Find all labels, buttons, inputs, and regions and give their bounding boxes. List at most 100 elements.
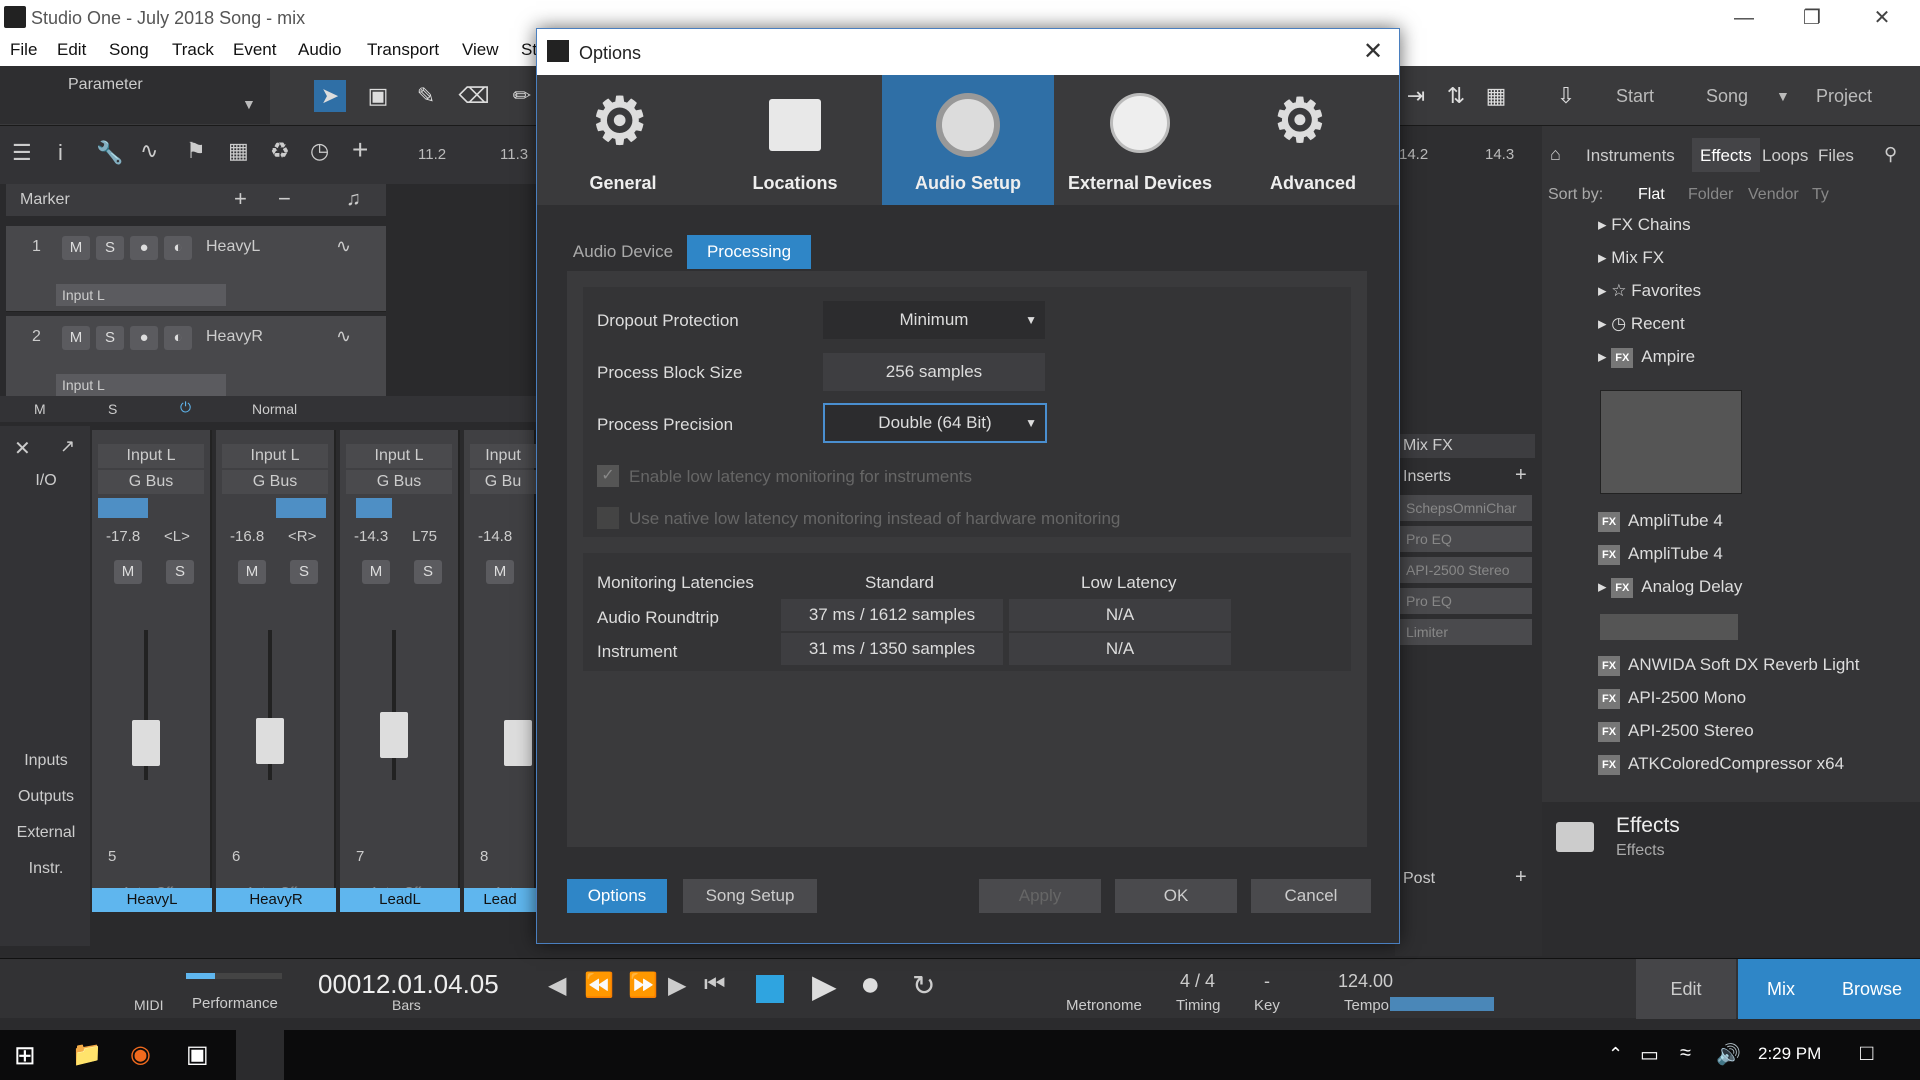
- arrow-tool-icon[interactable]: ➤: [314, 80, 346, 112]
- tab-loops[interactable]: Loops: [1762, 146, 1808, 166]
- monitor-icon[interactable]: ◐: [164, 236, 192, 260]
- track-name[interactable]: HeavyR: [206, 328, 263, 346]
- insert-slot[interactable]: API-2500 Stereo: [1400, 557, 1532, 583]
- fader-knob[interactable]: [504, 720, 532, 766]
- footer-m[interactable]: M: [34, 401, 46, 417]
- pan-bar[interactable]: [276, 498, 326, 518]
- sort-flat[interactable]: Flat: [1638, 186, 1665, 204]
- menu-icon[interactable]: ☰: [12, 140, 32, 166]
- dropout-protection-select[interactable]: Minimum ▼: [823, 301, 1045, 339]
- home-icon[interactable]: ⌂: [1550, 144, 1561, 165]
- strip-name[interactable]: HeavyL: [92, 888, 212, 912]
- metronome-label[interactable]: Metronome: [1066, 997, 1142, 1014]
- browser-item[interactable]: FX AmpliTube 4: [1598, 506, 1723, 536]
- track-name[interactable]: HeavyL: [206, 238, 260, 256]
- insert-slot[interactable]: Limiter: [1400, 619, 1532, 645]
- rewind-start-icon[interactable]: ◀: [548, 971, 566, 1000]
- mute-button[interactable]: M: [238, 560, 266, 584]
- apply-button[interactable]: Apply: [979, 879, 1101, 913]
- browser-folder-favorites[interactable]: ▸ ☆ Favorites: [1598, 276, 1701, 306]
- browser-folder-mix-fx[interactable]: ▸ Mix FX: [1598, 243, 1664, 273]
- info-icon[interactable]: i: [58, 140, 63, 166]
- tab-advanced[interactable]: ⚙ Advanced: [1227, 75, 1399, 205]
- menu-track[interactable]: Track: [172, 40, 214, 60]
- windows-start-icon[interactable]: ⊞: [14, 1040, 36, 1071]
- song-button[interactable]: Song: [1706, 78, 1748, 114]
- solo-button[interactable]: S: [96, 236, 124, 260]
- tray-chevron-icon[interactable]: ⌃: [1608, 1044, 1623, 1065]
- mute-button[interactable]: M: [486, 560, 514, 584]
- close-dialog-icon[interactable]: ✕: [1363, 37, 1383, 66]
- pencil-tool-icon[interactable]: ✎: [410, 80, 442, 112]
- eraser-tool-icon[interactable]: ⌫: [458, 80, 490, 112]
- play-icon[interactable]: ▶: [812, 967, 837, 1005]
- split-icon[interactable]: ⇅: [1440, 80, 1472, 112]
- paint-tool-icon[interactable]: ✏: [506, 80, 538, 112]
- battery-icon[interactable]: ▭: [1640, 1042, 1659, 1067]
- track-row[interactable]: 2 M S ● ◐ HeavyR ∿ Input L: [6, 316, 386, 402]
- file-explorer-icon[interactable]: 📁: [72, 1040, 102, 1069]
- browser-folder-fx-chains[interactable]: ▸ FX Chains: [1598, 210, 1691, 240]
- rewind-icon[interactable]: ⏪: [584, 971, 614, 1000]
- clock-icon[interactable]: ◷: [310, 138, 329, 164]
- strip-name[interactable]: LeadL: [340, 888, 460, 912]
- footer-s[interactable]: S: [108, 401, 117, 417]
- remove-marker-icon[interactable]: −: [278, 186, 291, 212]
- precision-select[interactable]: Double (64 Bit) ▼: [823, 403, 1047, 443]
- loop-icon[interactable]: ↻: [912, 969, 935, 1002]
- strip-bus[interactable]: G Bu: [470, 470, 536, 494]
- outputs-label[interactable]: Outputs: [6, 788, 86, 806]
- mute-button[interactable]: M: [62, 326, 90, 350]
- monitor-icon[interactable]: ◐: [164, 326, 192, 350]
- menu-transport[interactable]: Transport: [367, 40, 439, 60]
- strip-input[interactable]: Input L: [222, 444, 328, 468]
- fader-knob[interactable]: [256, 718, 284, 764]
- mode-select[interactable]: Normal: [252, 401, 297, 417]
- io-label[interactable]: I/O: [6, 472, 86, 490]
- key-value[interactable]: -: [1264, 971, 1270, 992]
- start-button[interactable]: Start: [1616, 78, 1654, 114]
- inputs-label[interactable]: Inputs: [6, 752, 86, 770]
- firefox-icon[interactable]: ◉: [130, 1040, 151, 1069]
- close-window-icon[interactable]: ✕: [1852, 4, 1912, 32]
- strip-name[interactable]: Lead: [464, 888, 536, 912]
- grid-tool-icon[interactable]: ▦: [228, 138, 249, 164]
- browser-item[interactable]: FX API-2500 Mono: [1598, 683, 1746, 713]
- strip-bus[interactable]: G Bus: [346, 470, 452, 494]
- subtab-processing[interactable]: Processing: [687, 235, 811, 269]
- strip-bus[interactable]: G Bus: [98, 470, 204, 494]
- strip-input[interactable]: Input L: [346, 444, 452, 468]
- mute-button[interactable]: M: [62, 236, 90, 260]
- add-marker-icon[interactable]: +: [234, 186, 247, 212]
- browser-item[interactable]: FX ANWIDA Soft DX Reverb Light: [1598, 650, 1859, 680]
- power-icon[interactable]: ⏻: [180, 399, 191, 416]
- insert-slot[interactable]: SchepsOmniChar: [1400, 495, 1532, 521]
- tab-instruments[interactable]: Instruments: [1586, 146, 1675, 166]
- tab-effects[interactable]: Effects: [1692, 138, 1760, 172]
- mix-button[interactable]: Mix: [1738, 959, 1824, 1019]
- browser-item[interactable]: FX API-2500 Stereo: [1598, 716, 1754, 746]
- edit-button[interactable]: Edit: [1636, 959, 1736, 1019]
- clock[interactable]: 2:29 PM: [1758, 1044, 1821, 1064]
- browser-folder-recent[interactable]: ▸ ◷ Recent: [1598, 309, 1685, 339]
- search-icon[interactable]: ⚲: [1884, 144, 1897, 165]
- forward-icon[interactable]: ▶: [668, 971, 686, 1000]
- restore-icon[interactable]: ❐: [1782, 4, 1842, 32]
- strip-name[interactable]: HeavyR: [216, 888, 336, 912]
- record-transport-icon[interactable]: ●: [860, 965, 881, 1004]
- ok-button[interactable]: OK: [1115, 879, 1237, 913]
- menu-file[interactable]: File: [10, 40, 37, 60]
- solo-button[interactable]: S: [96, 326, 124, 350]
- skip-back-icon[interactable]: ⏮: [704, 971, 726, 999]
- cancel-button[interactable]: Cancel: [1251, 879, 1371, 913]
- menu-studio[interactable]: St: [521, 40, 537, 60]
- music-note-icon[interactable]: ♫: [346, 188, 361, 211]
- browser-item[interactable]: FX ATKColoredCompressor x64: [1598, 749, 1844, 779]
- time-signature[interactable]: 4 / 4: [1180, 971, 1215, 992]
- range-tool-icon[interactable]: ▣: [362, 80, 394, 112]
- insert-slot[interactable]: Pro EQ: [1400, 526, 1532, 552]
- track-input-select[interactable]: Input L: [56, 284, 226, 306]
- flag-icon[interactable]: ⚑: [186, 138, 206, 164]
- subtab-audio-device[interactable]: Audio Device: [567, 235, 679, 269]
- browser-item[interactable]: FX AmpliTube 4: [1598, 539, 1723, 569]
